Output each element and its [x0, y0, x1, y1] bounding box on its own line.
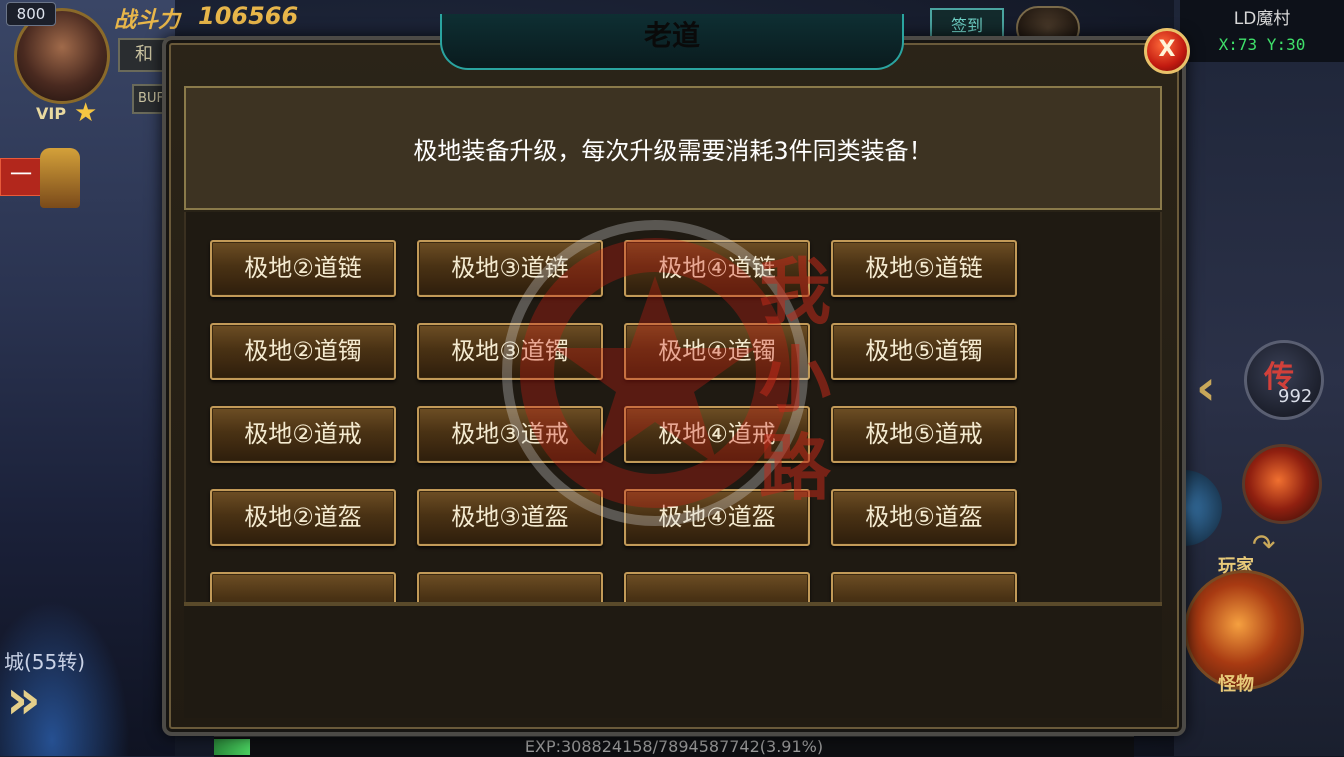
upgrade-option-button[interactable] [417, 572, 603, 602]
dialog-title: 老道 [643, 19, 700, 52]
upgrade-option-button[interactable]: 极地②道链 [210, 240, 396, 297]
minimap-panel[interactable]: LD魔村 X:73 Y:30 [1180, 0, 1344, 62]
arrow-left-icon[interactable]: ‹ [1196, 360, 1216, 416]
upgrade-option-list[interactable]: 极地②道链 极地③道链 极地④道链 极地⑤道链 极地②道镯 极地③道镯 极地④道… [184, 212, 1162, 602]
upgrade-option-button[interactable]: 极地④道戒 [624, 406, 810, 463]
level-badge: 800 [6, 2, 56, 26]
vip-star-icon: ★ [74, 98, 98, 128]
close-button[interactable]: X [1144, 28, 1190, 74]
map-coordinates: X:73 Y:30 [1218, 35, 1306, 54]
upgrade-option-button[interactable]: 极地③道链 [417, 240, 603, 297]
upgrade-option-button[interactable]: 极地⑤道盔 [831, 489, 1017, 546]
combat-power-label: 战斗力 [114, 8, 181, 33]
combat-power-value: 106566 [198, 2, 299, 30]
upgrade-option-button[interactable]: 极地③道戒 [417, 406, 603, 463]
vip-label: VIP [36, 104, 67, 123]
notice-box: 极地装备升级，每次升级需要消耗3件同类装备！ [184, 86, 1162, 210]
upgrade-option-button[interactable]: 极地④道镯 [624, 323, 810, 380]
upgrade-option-button[interactable]: 极地⑤道镯 [831, 323, 1017, 380]
upgrade-option-button[interactable]: 极地④道盔 [624, 489, 810, 546]
upgrade-option-button[interactable]: 极地④道链 [624, 240, 810, 297]
upgrade-option-button[interactable]: 极地②道盔 [210, 489, 396, 546]
upgrade-option-button[interactable]: 极地③道盔 [417, 489, 603, 546]
upgrade-option-button[interactable]: 极地⑤道链 [831, 240, 1017, 297]
upgrade-option-button[interactable] [624, 572, 810, 602]
curve-arrow-icon: ↷ [1252, 528, 1276, 561]
legend-count: 992 [1278, 386, 1313, 407]
exp-bar: EXP:308824158/7894587742(3.91%) [214, 736, 1134, 757]
upgrade-option-button[interactable] [831, 572, 1017, 602]
npc-figure-icon[interactable] [40, 148, 80, 208]
upgrade-option-button[interactable]: 极地②道镯 [210, 323, 396, 380]
upgrade-option-button[interactable]: 极地②道戒 [210, 406, 396, 463]
dialog-footer [184, 606, 1162, 718]
expand-arrows-icon[interactable]: » [6, 670, 58, 730]
skill-button[interactable] [1242, 444, 1322, 524]
upgrade-option-button[interactable] [210, 572, 396, 602]
target-monster-label[interactable]: 怪物 [1218, 670, 1254, 696]
upgrade-option-button[interactable]: 极地⑤道戒 [831, 406, 1017, 463]
side-collapse-tab[interactable]: 一 [0, 158, 42, 196]
notice-text: 极地装备升级，每次升级需要消耗3件同类装备！ [413, 136, 933, 165]
map-name: LD魔村 [1233, 9, 1291, 29]
upgrade-option-button[interactable]: 极地③道镯 [417, 323, 603, 380]
exp-text: EXP:308824158/7894587742(3.91%) [524, 737, 824, 756]
